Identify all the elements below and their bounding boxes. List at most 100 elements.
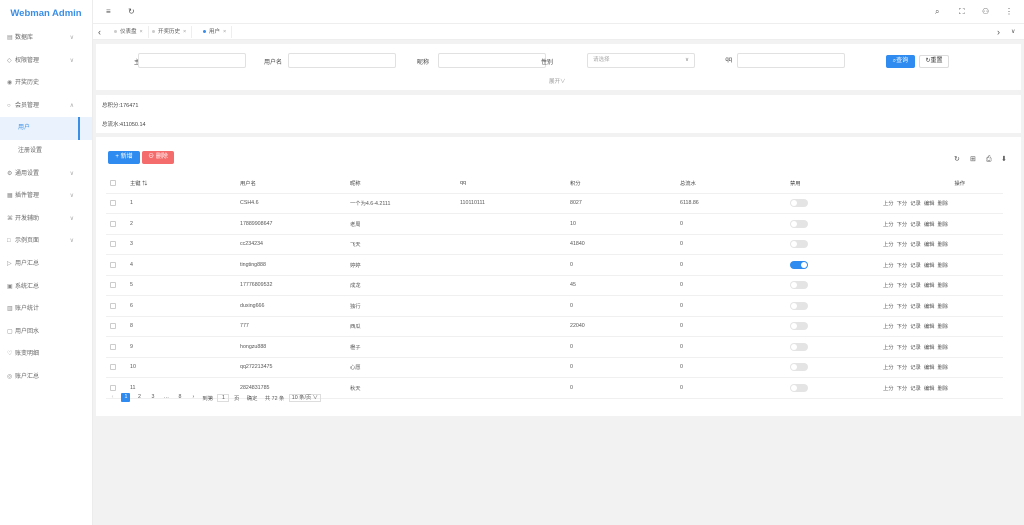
sidebar-item-account-stats[interactable]: ▥ 账户统计	[0, 298, 92, 321]
reset-button[interactable]: ↻重置	[919, 55, 949, 68]
edit-link[interactable]: 编辑	[924, 304, 935, 310]
row-checkbox[interactable]	[110, 302, 116, 309]
close-icon[interactable]: ×	[140, 29, 143, 35]
add-points-link[interactable]: 上分	[883, 304, 894, 310]
deduct-points-link[interactable]: 下分	[897, 365, 908, 371]
deduct-points-link[interactable]: 下分	[897, 222, 908, 228]
sidebar-item-user-rebate[interactable]: ▢ 用户回水	[0, 321, 92, 344]
records-link[interactable]: 记录	[910, 386, 921, 392]
deduct-points-link[interactable]: 下分	[897, 201, 908, 207]
sidebar-item-example-pages[interactable]: □ 示例页面 ∨	[0, 230, 92, 253]
gender-select[interactable]: 请选择 ∨	[587, 53, 695, 68]
tab-lottery-history[interactable]: 开奖历史 ×	[147, 26, 193, 38]
row-checkbox[interactable]	[110, 241, 116, 248]
delete-link[interactable]: 删除	[937, 201, 948, 207]
records-link[interactable]: 记录	[910, 283, 921, 289]
add-button[interactable]: + 新增	[108, 151, 140, 164]
banned-toggle[interactable]	[790, 342, 808, 351]
row-checkbox[interactable]	[110, 343, 116, 350]
pk-input[interactable]	[138, 53, 246, 68]
add-points-link[interactable]: 上分	[883, 242, 894, 248]
tab-prev-icon[interactable]: ‹	[98, 26, 101, 38]
add-points-link[interactable]: 上分	[883, 222, 894, 228]
edit-link[interactable]: 编辑	[924, 201, 935, 207]
add-points-link[interactable]: 上分	[883, 283, 894, 289]
close-icon[interactable]: ×	[183, 29, 186, 35]
fullscreen-icon[interactable]: ⛶	[959, 6, 965, 18]
edit-link[interactable]: 编辑	[924, 365, 935, 371]
pager-confirm-button[interactable]: 确定	[247, 394, 258, 402]
tab-users[interactable]: 用户 ×	[198, 26, 233, 38]
banned-toggle[interactable]	[790, 199, 808, 208]
deduct-points-link[interactable]: 下分	[897, 263, 908, 269]
sidebar-item-lottery-history[interactable]: ◉ 开奖历史	[0, 72, 92, 95]
row-checkbox[interactable]	[110, 384, 116, 391]
edit-link[interactable]: 编辑	[924, 386, 935, 392]
delete-link[interactable]: 删除	[937, 365, 948, 371]
sidebar-item-database[interactable]: ▤ 数据库 ∨	[0, 27, 92, 50]
delete-link[interactable]: 删除	[937, 386, 948, 392]
banned-toggle[interactable]	[790, 219, 808, 228]
add-points-link[interactable]: 上分	[883, 345, 894, 351]
delete-link[interactable]: 删除	[937, 304, 948, 310]
deduct-points-link[interactable]: 下分	[897, 304, 908, 310]
row-checkbox[interactable]	[110, 220, 116, 227]
edit-link[interactable]: 编辑	[924, 283, 935, 289]
col-header-id[interactable]: 主键 ⇅	[126, 174, 236, 194]
sidebar-item-account-summary[interactable]: ◎ 账户汇总	[0, 366, 92, 389]
export-icon[interactable]: ⬇	[1001, 156, 1007, 164]
user-icon[interactable]: ⚇	[982, 6, 989, 18]
pager-page-1[interactable]: 1	[121, 393, 131, 402]
delete-link[interactable]: 删除	[937, 345, 948, 351]
deduct-points-link[interactable]: 下分	[897, 242, 908, 248]
delete-link[interactable]: 删除	[937, 283, 948, 289]
select-all-checkbox[interactable]	[110, 180, 116, 187]
row-checkbox[interactable]	[110, 282, 116, 289]
sidebar-item-user-summary[interactable]: ▷ 用户汇总	[0, 253, 92, 276]
add-points-link[interactable]: 上分	[883, 201, 894, 207]
add-points-link[interactable]: 上分	[883, 386, 894, 392]
menu-toggle-icon[interactable]: ≡	[106, 6, 111, 18]
edit-link[interactable]: 编辑	[924, 324, 935, 330]
records-link[interactable]: 记录	[910, 324, 921, 330]
pager-size-select[interactable]: 10 条/页 ∨	[288, 393, 321, 402]
sidebar-item-account-changes[interactable]: ♡ 账变明细	[0, 343, 92, 366]
deduct-points-link[interactable]: 下分	[897, 345, 908, 351]
deduct-points-link[interactable]: 下分	[897, 386, 908, 392]
records-link[interactable]: 记录	[910, 345, 921, 351]
row-checkbox[interactable]	[110, 364, 116, 371]
sidebar-item-register-settings[interactable]: 注册设置	[0, 140, 92, 163]
add-points-link[interactable]: 上分	[883, 263, 894, 269]
edit-link[interactable]: 编辑	[924, 345, 935, 351]
records-link[interactable]: 记录	[910, 242, 921, 248]
banned-toggle[interactable]	[790, 383, 808, 392]
close-icon[interactable]: ×	[223, 29, 226, 35]
sidebar-item-plugin-management[interactable]: ▦ 插件管理 ∨	[0, 185, 92, 208]
sidebar-item-dev-tools[interactable]: ⌘ 开发辅助 ∨	[0, 208, 92, 231]
sidebar-item-system-summary[interactable]: ▣ 系统汇总	[0, 276, 92, 299]
pager-page-8[interactable]: 8	[175, 393, 184, 402]
delete-link[interactable]: 删除	[937, 263, 948, 269]
expand-toggle[interactable]: 展开∨	[549, 77, 566, 85]
username-input[interactable]	[288, 53, 396, 68]
edit-link[interactable]: 编辑	[924, 242, 935, 248]
refresh-icon[interactable]: ↻	[128, 6, 135, 18]
more-icon[interactable]: ⋮	[1005, 6, 1013, 18]
columns-icon[interactable]: ⊞	[970, 156, 976, 164]
add-points-link[interactable]: 上分	[883, 365, 894, 371]
records-link[interactable]: 记录	[910, 222, 921, 228]
records-link[interactable]: 记录	[910, 304, 921, 310]
row-checkbox[interactable]	[110, 261, 116, 268]
records-link[interactable]: 记录	[910, 365, 921, 371]
delete-button[interactable]: ⊖ 删除	[142, 151, 174, 164]
delete-link[interactable]: 删除	[937, 222, 948, 228]
row-checkbox[interactable]	[110, 200, 116, 207]
sidebar-item-permission[interactable]: ◇ 权限管理 ∨	[0, 50, 92, 73]
records-link[interactable]: 记录	[910, 201, 921, 207]
banned-toggle[interactable]	[790, 301, 808, 310]
banned-toggle[interactable]	[790, 322, 808, 331]
add-points-link[interactable]: 上分	[883, 324, 894, 330]
pager-goto-input[interactable]: 1	[217, 393, 230, 402]
sidebar-item-users[interactable]: 用户	[0, 117, 92, 140]
print-icon[interactable]: ⎙	[986, 156, 992, 164]
